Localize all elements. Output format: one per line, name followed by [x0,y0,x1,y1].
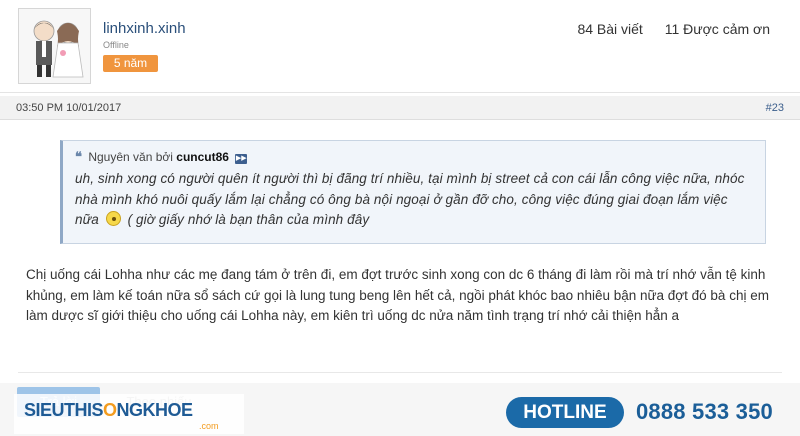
username-link[interactable]: linhxinh.xinh [103,20,186,37]
user-info-bar: linhxinh.xinh Offline 5 năm 84 Bài viết … [0,0,800,92]
quote-text: uh, sinh xong có người quên ít người thì… [75,169,755,231]
user-stats: 84 Bài viết 11 Được cảm ơn [559,21,770,37]
logo-part-b: O [103,400,117,420]
logo-domain: .com [199,421,219,431]
quote-header: ❝ Nguyên văn bởi cuncut86 ▶▶ [75,149,248,165]
smiley-icon [105,211,121,226]
post-timestamp: 03:50 PM 10/01/2017 [16,102,122,114]
couple-avatar-icon [19,9,90,83]
logo-part-a: SIEUTHIS [24,400,104,420]
avatar[interactable] [18,8,91,84]
site-logo-text: SIEUTHISONGKHOE [24,400,193,421]
view-post-arrow-icon[interactable]: ▶▶ [235,154,248,164]
post-content: Chị uống cái Lohha như các mẹ đang tám ở… [26,267,769,323]
member-duration-badge: 5 năm [103,55,158,72]
hotline-number: 0888 533 350 [636,399,773,424]
hotline-badge: HOTLINE [506,397,624,428]
post-permalink[interactable]: #23 [766,102,784,114]
site-logo: SIEUTHISONGKHOE .com [14,394,244,434]
logo-part-c: NGKHOE [116,400,194,420]
post-meta-row: 03:50 PM 10/01/2017 #23 [0,96,800,120]
quote-mark-icon: ❝ [75,149,82,164]
quote-block: ❝ Nguyên văn bởi cuncut86 ▶▶ uh, sinh xo… [60,140,766,244]
content-divider [18,372,782,373]
thanks-count: 11 Được cảm ơn [664,21,770,37]
online-status: Offline [103,40,129,50]
post-count: 84 Bài viết [577,21,643,37]
quote-prefix: Nguyên văn bởi [88,150,173,164]
header-divider [0,92,800,93]
quote-text-tail: ( giờ giấy nhớ là bạn thân của mình đây [127,212,370,227]
quote-author[interactable]: cuncut86 [176,150,229,164]
